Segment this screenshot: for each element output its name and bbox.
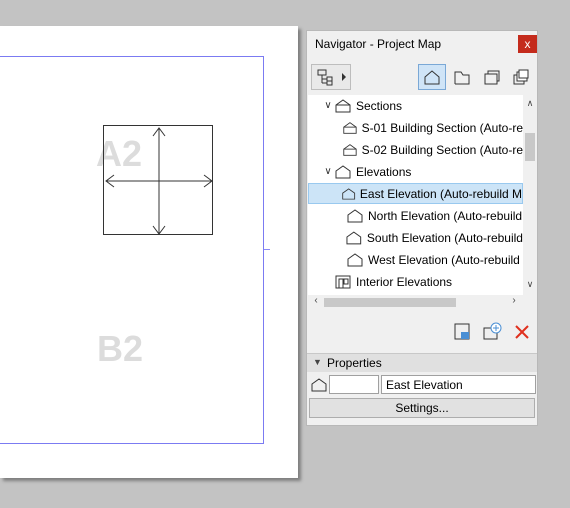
publisher-sets-button[interactable]: [507, 64, 535, 90]
move-handle-icon: [105, 127, 213, 235]
new-view-icon: [483, 322, 502, 340]
scroll-thumb[interactable]: [324, 298, 456, 307]
tree-item-sections[interactable]: ∨ Sections: [308, 95, 523, 116]
navigator-palette: Navigator - Project Map x ∨ Sections S-0…: [306, 30, 538, 426]
properties-row: East Elevation: [307, 374, 537, 396]
collapse-triangle-icon[interactable]: ▼: [313, 357, 322, 367]
elevation-icon: [347, 252, 363, 266]
tree-item-north-elevation[interactable]: North Elevation (Auto-rebuild: [308, 205, 523, 226]
new-view-button[interactable]: [481, 321, 503, 343]
tree-item-label: North Elevation (Auto-rebuild: [368, 208, 523, 223]
tree-vertical-scrollbar[interactable]: ∧ ∨: [523, 95, 537, 295]
tree-item-label: S-02 Building Section (Auto-re: [361, 142, 523, 157]
delete-button[interactable]: [511, 321, 533, 343]
drawing-frame: [0, 56, 264, 444]
elevation-icon: [347, 208, 363, 222]
navigator-toolbar: [307, 59, 537, 95]
tree-item-elevations[interactable]: ∨ Elevations: [308, 161, 523, 182]
section-icon: [342, 143, 357, 156]
tree-item-label: West Elevation (Auto-rebuild: [368, 252, 520, 267]
view-map-button[interactable]: [448, 64, 476, 90]
section-folder-icon: [335, 98, 351, 112]
project-map-icon: [424, 70, 440, 85]
tree-item-west-elevation[interactable]: West Elevation (Auto-rebuild: [308, 249, 523, 270]
drawing-label-b2: B2: [97, 328, 144, 369]
tree-item-s02[interactable]: S-02 Building Section (Auto-re: [308, 139, 523, 160]
elevation-icon: [311, 378, 327, 392]
navigator-title: Navigator - Project Map: [315, 37, 442, 51]
tree-horizontal-scrollbar[interactable]: ‹ ›: [308, 295, 523, 309]
open-view-settings-button[interactable]: [451, 321, 473, 343]
scroll-down-icon[interactable]: ∨: [524, 279, 536, 290]
project-map-tree[interactable]: ∨ Sections S-01 Building Section (Auto-r…: [308, 95, 523, 295]
close-icon: x: [524, 37, 531, 51]
interior-elevation-icon: [335, 275, 351, 288]
close-button[interactable]: x: [518, 35, 537, 53]
publisher-sets-icon: [513, 69, 529, 85]
properties-header[interactable]: ▼ Properties: [307, 353, 537, 372]
view-id-field[interactable]: [329, 375, 379, 394]
tree-item-label: S-01 Building Section (Auto-re: [361, 120, 523, 135]
expand-chevron-icon[interactable]: ∨: [322, 166, 334, 177]
project-tree-dropdown[interactable]: [311, 64, 351, 90]
project-tree-icon: [317, 69, 346, 86]
section-icon: [342, 121, 357, 134]
drawing-placeholder[interactable]: [103, 125, 213, 235]
tree-item-label: Sections: [356, 98, 403, 113]
scroll-up-icon[interactable]: ∧: [524, 98, 536, 109]
expand-chevron-icon[interactable]: ∨: [322, 100, 334, 111]
layout-book-button[interactable]: [478, 64, 506, 90]
scroll-thumb[interactable]: [525, 133, 535, 161]
tree-item-label: South Elevation (Auto-rebuild: [366, 230, 523, 245]
navigator-titlebar[interactable]: Navigator - Project Map x: [307, 31, 537, 57]
view-name-field[interactable]: East Elevation: [381, 375, 536, 394]
elevation-icon: [346, 231, 362, 244]
tree-item-south-elevation[interactable]: South Elevation (Auto-rebuild: [308, 227, 523, 248]
layout-sheet[interactable]: A2 B2: [0, 26, 298, 478]
tree-item-label: Interior Elevations: [356, 274, 453, 289]
tree-item-interior-elevations[interactable]: Interior Elevations: [308, 271, 523, 292]
elevation-icon: [341, 187, 355, 200]
open-view-settings-icon: [454, 323, 470, 340]
settings-button[interactable]: Settings...: [309, 398, 535, 418]
scroll-right-icon[interactable]: ›: [508, 295, 520, 306]
tree-item-label: Elevations: [356, 164, 412, 179]
frame-tick: [264, 249, 270, 250]
view-map-icon: [454, 71, 470, 85]
layout-book-icon: [484, 70, 500, 85]
scroll-left-icon[interactable]: ‹: [310, 295, 322, 306]
tree-item-label: East Elevation (Auto-rebuild M: [359, 186, 522, 201]
delete-icon: [515, 325, 529, 339]
tree-item-east-elevation[interactable]: East Elevation (Auto-rebuild M: [308, 183, 523, 204]
elevation-folder-icon: [335, 164, 351, 178]
properties-title: Properties: [327, 356, 382, 370]
tree-item-s01[interactable]: S-01 Building Section (Auto-re: [308, 117, 523, 138]
navigator-actions: [307, 317, 537, 347]
project-map-button[interactable]: [418, 64, 446, 90]
